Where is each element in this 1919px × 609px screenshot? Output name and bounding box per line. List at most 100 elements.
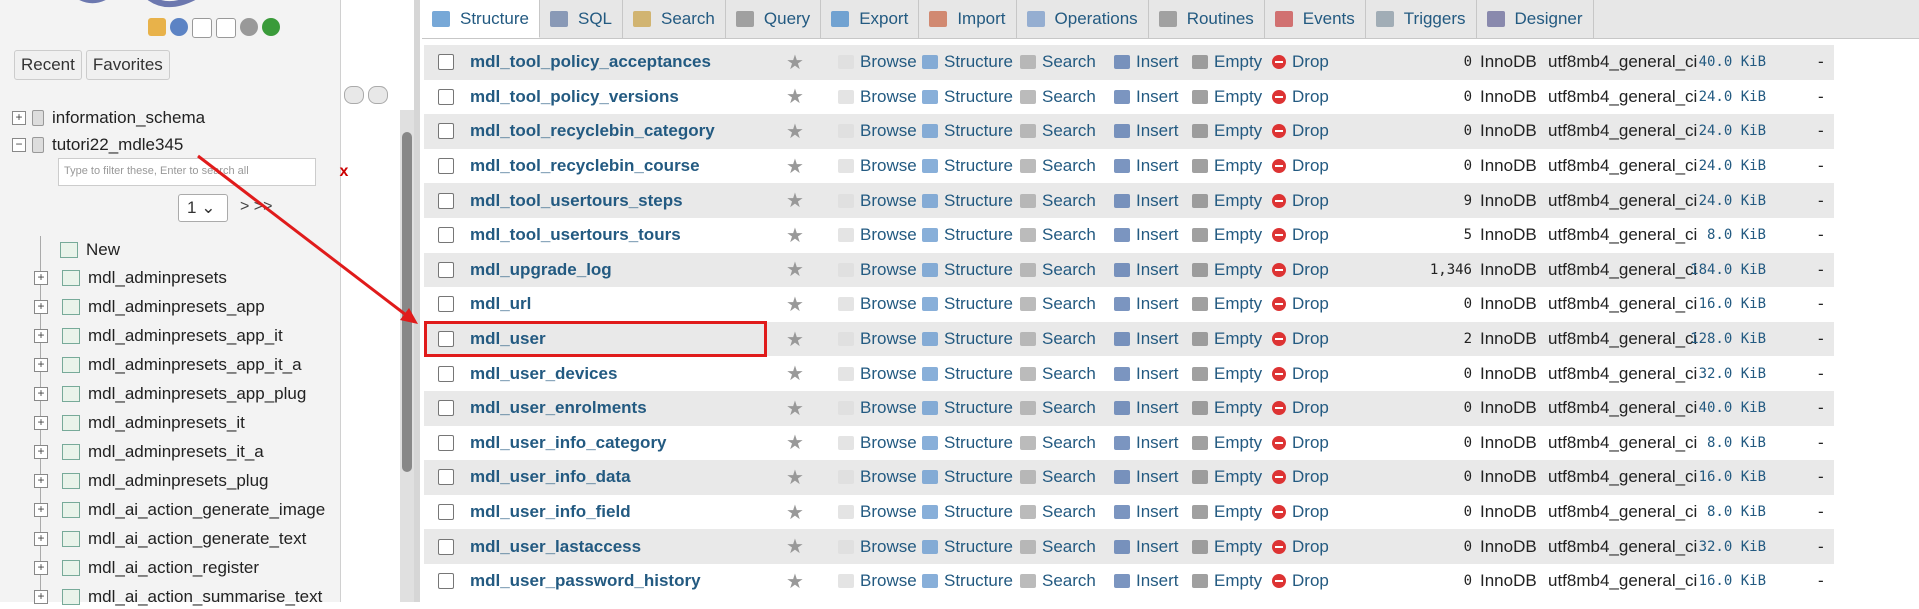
insert-link[interactable]: Insert	[1114, 529, 1179, 564]
nav-table-item[interactable]: + mdl_adminpresets_app_it	[34, 324, 283, 348]
empty-link[interactable]: Empty	[1192, 356, 1262, 391]
nav-scrollbar-thumb[interactable]	[402, 132, 412, 472]
recent-button[interactable]: Recent	[14, 50, 82, 80]
empty-link[interactable]: Empty	[1192, 322, 1262, 357]
row-checkbox[interactable]	[438, 573, 454, 590]
search-link[interactable]: Search	[1020, 391, 1096, 426]
star-icon[interactable]: ★	[786, 50, 804, 75]
search-link[interactable]: Search	[1020, 322, 1096, 357]
browse-link[interactable]: Browse	[838, 287, 917, 322]
browse-link[interactable]: Browse	[838, 495, 917, 530]
insert-link[interactable]: Insert	[1114, 460, 1179, 495]
star-icon[interactable]: ★	[786, 188, 804, 213]
db-item-information-schema[interactable]: + information_schema	[12, 106, 205, 130]
empty-link[interactable]: Empty	[1192, 218, 1262, 253]
tab-designer[interactable]: Designer	[1477, 0, 1594, 38]
empty-link[interactable]: Empty	[1192, 45, 1262, 80]
insert-link[interactable]: Insert	[1114, 426, 1179, 461]
search-link[interactable]: Search	[1020, 183, 1096, 218]
tab-query[interactable]: Query	[726, 0, 822, 38]
search-link[interactable]: Search	[1020, 287, 1096, 322]
expand-icon[interactable]: +	[34, 445, 48, 459]
expand-icon[interactable]: +	[34, 329, 48, 343]
expand-icon[interactable]: +	[34, 358, 48, 372]
favorites-button[interactable]: Favorites	[85, 50, 170, 80]
insert-link[interactable]: Insert	[1114, 391, 1179, 426]
row-checkbox[interactable]	[438, 434, 454, 451]
drop-link[interactable]: Drop	[1272, 426, 1329, 461]
drop-link[interactable]: Drop	[1272, 356, 1329, 391]
nav-table-name[interactable]: mdl_adminpresets_app_it_a	[88, 355, 302, 375]
empty-link[interactable]: Empty	[1192, 529, 1262, 564]
nav-table-name[interactable]: mdl_ai_action_generate_image	[88, 500, 325, 520]
browse-link[interactable]: Browse	[838, 564, 917, 599]
nav-table-item[interactable]: + mdl_ai_action_register	[34, 556, 259, 580]
search-link[interactable]: Search	[1020, 253, 1096, 288]
row-checkbox[interactable]	[438, 296, 454, 313]
insert-link[interactable]: Insert	[1114, 80, 1179, 115]
expand-icon[interactable]: +	[34, 532, 48, 546]
table-name-link[interactable]: mdl_user_enrolments	[470, 398, 647, 418]
row-checkbox[interactable]	[438, 400, 454, 417]
insert-link[interactable]: Insert	[1114, 356, 1179, 391]
row-checkbox[interactable]	[438, 227, 454, 244]
expand-icon[interactable]: +	[34, 474, 48, 488]
drop-link[interactable]: Drop	[1272, 287, 1329, 322]
table-name-link[interactable]: mdl_tool_recyclebin_course	[470, 156, 700, 176]
tab-events[interactable]: Events	[1265, 0, 1366, 38]
drop-link[interactable]: Drop	[1272, 391, 1329, 426]
search-link[interactable]: Search	[1020, 149, 1096, 184]
drop-link[interactable]: Drop	[1272, 529, 1329, 564]
structure-link[interactable]: Structure	[922, 218, 1013, 253]
search-link[interactable]: Search	[1020, 218, 1096, 253]
star-icon[interactable]: ★	[786, 327, 804, 352]
nav-table-name[interactable]: mdl_ai_action_register	[88, 558, 259, 578]
nav-table-item[interactable]: + mdl_adminpresets_it	[34, 411, 245, 435]
star-icon[interactable]: ★	[786, 154, 804, 179]
browse-link[interactable]: Browse	[838, 183, 917, 218]
docs-icon[interactable]	[192, 18, 212, 38]
nav-table-item[interactable]: + mdl_adminpresets_app_it_a	[34, 353, 302, 377]
table-name-link[interactable]: mdl_tool_policy_versions	[470, 87, 679, 107]
structure-link[interactable]: Structure	[922, 391, 1013, 426]
search-link[interactable]: Search	[1020, 495, 1096, 530]
row-checkbox[interactable]	[438, 504, 454, 521]
empty-link[interactable]: Empty	[1192, 426, 1262, 461]
collapse-icon[interactable]: −	[12, 138, 26, 152]
nav-table-item[interactable]: + mdl_ai_action_generate_image	[34, 498, 325, 522]
insert-link[interactable]: Insert	[1114, 322, 1179, 357]
structure-link[interactable]: Structure	[922, 114, 1013, 149]
reload-icon[interactable]	[262, 18, 280, 36]
search-link[interactable]: Search	[1020, 426, 1096, 461]
table-filter-input[interactable]: Type to filter these, Enter to search al…	[58, 158, 316, 186]
filter-clear-button[interactable]: x	[332, 160, 356, 184]
tab-import[interactable]: Import	[919, 0, 1017, 38]
nav-table-name[interactable]: mdl_adminpresets_plug	[88, 471, 269, 491]
structure-link[interactable]: Structure	[922, 426, 1013, 461]
browse-link[interactable]: Browse	[838, 149, 917, 184]
empty-link[interactable]: Empty	[1192, 564, 1262, 599]
expand-icon[interactable]: +	[34, 503, 48, 517]
drop-link[interactable]: Drop	[1272, 253, 1329, 288]
nav-table-name[interactable]: mdl_adminpresets_it	[88, 413, 245, 433]
expand-icon[interactable]: +	[34, 300, 48, 314]
row-checkbox[interactable]	[438, 88, 454, 105]
row-checkbox[interactable]	[438, 538, 454, 555]
nav-table-item[interactable]: + mdl_adminpresets_app_plug	[34, 382, 306, 406]
insert-link[interactable]: Insert	[1114, 564, 1179, 599]
table-name-link[interactable]: mdl_tool_policy_acceptances	[470, 52, 711, 72]
insert-link[interactable]: Insert	[1114, 253, 1179, 288]
empty-link[interactable]: Empty	[1192, 495, 1262, 530]
panel-splitter[interactable]	[414, 0, 420, 602]
link-icon[interactable]	[368, 86, 388, 104]
star-icon[interactable]: ★	[786, 430, 804, 455]
star-icon[interactable]: ★	[786, 257, 804, 282]
tab-routines[interactable]: Routines	[1149, 0, 1265, 38]
star-icon[interactable]: ★	[786, 292, 804, 317]
tab-structure[interactable]: Structure	[422, 0, 540, 38]
nav-table-name[interactable]: mdl_adminpresets_app_it	[88, 326, 283, 346]
new-label[interactable]: New	[86, 240, 120, 260]
empty-link[interactable]: Empty	[1192, 183, 1262, 218]
star-icon[interactable]: ★	[786, 361, 804, 386]
drop-link[interactable]: Drop	[1272, 564, 1329, 599]
